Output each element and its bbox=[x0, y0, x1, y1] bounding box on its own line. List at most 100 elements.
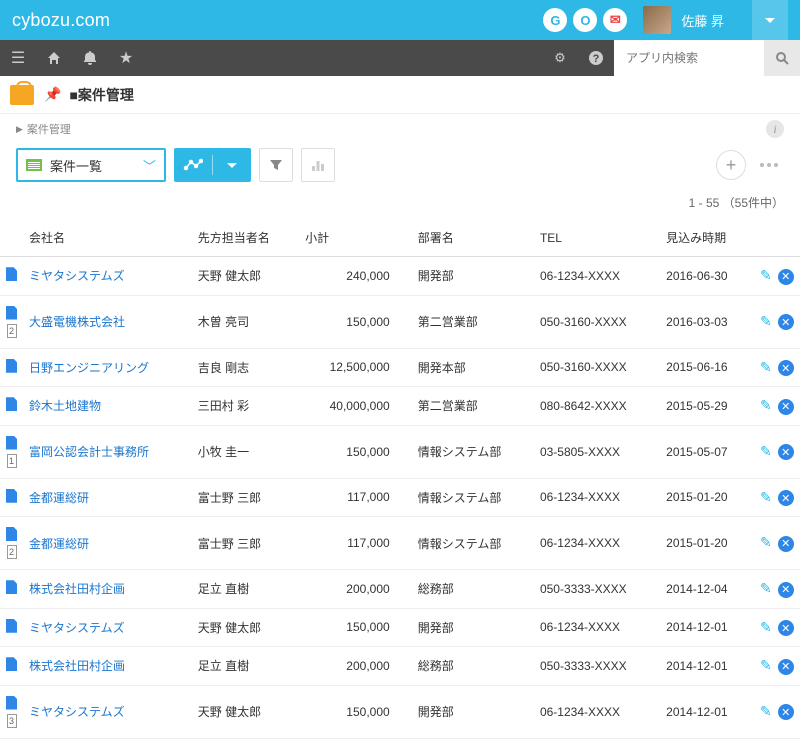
add-button[interactable]: + bbox=[716, 150, 746, 180]
cell-company[interactable]: 株式会社田村企画 bbox=[23, 647, 192, 686]
cell-tel: 06-1234-XXXX bbox=[534, 685, 660, 738]
search-input[interactable] bbox=[614, 40, 764, 76]
col-forecast[interactable]: 見込み時期 bbox=[660, 219, 754, 257]
edit-icon[interactable]: ✎ bbox=[760, 313, 772, 329]
doc-icon bbox=[6, 619, 17, 633]
help-icon[interactable]: ? bbox=[578, 40, 614, 76]
graph-dropdown[interactable] bbox=[213, 148, 251, 182]
top-bar: cybozu.com G O ✉ 佐藤 昇 bbox=[0, 0, 800, 40]
cell-forecast: 2015-01-20 bbox=[660, 478, 754, 517]
delete-icon[interactable]: ✕ bbox=[778, 582, 794, 598]
cell-subtotal: 40,000,000 bbox=[299, 387, 412, 426]
table-row[interactable]: 株式会社田村企画足立 直樹200,000総務部050-3333-XXXX2014… bbox=[0, 570, 800, 609]
delete-icon[interactable]: ✕ bbox=[778, 659, 794, 675]
table-icon bbox=[26, 159, 42, 171]
chevron-right-icon: ▶ bbox=[16, 124, 23, 135]
cell-contact: 足立 直樹 bbox=[192, 647, 299, 686]
bell-icon[interactable] bbox=[72, 40, 108, 76]
cell-company[interactable]: 金都運総研 bbox=[23, 478, 192, 517]
user-menu[interactable]: 佐藤 昇 bbox=[643, 6, 744, 34]
edit-icon[interactable]: ✎ bbox=[760, 359, 772, 375]
doc-icon bbox=[6, 267, 17, 281]
col-contact[interactable]: 先方担当者名 bbox=[192, 219, 299, 257]
graph-button[interactable] bbox=[174, 148, 212, 182]
gear-icon[interactable]: ⚙ bbox=[542, 40, 578, 76]
col-subtotal[interactable]: 小計 bbox=[299, 219, 412, 257]
col-dept[interactable]: 部署名 bbox=[412, 219, 534, 257]
home-icon[interactable] bbox=[36, 40, 72, 76]
breadcrumb[interactable]: 案件管理 bbox=[27, 121, 71, 137]
edit-icon[interactable]: ✎ bbox=[760, 267, 772, 283]
cell-subtotal: 150,000 bbox=[299, 295, 412, 348]
list-toolbar: 案件一覧 ﹀ + bbox=[0, 148, 800, 194]
edit-icon[interactable]: ✎ bbox=[760, 619, 772, 635]
edit-icon[interactable]: ✎ bbox=[760, 657, 772, 673]
table-row[interactable]: 2大盛電機株式会社木曽 亮司150,000第二営業部050-3160-XXXX2… bbox=[0, 295, 800, 348]
menu-icon[interactable]: ☰ bbox=[0, 40, 36, 76]
doc-icon bbox=[6, 657, 17, 671]
cell-company[interactable]: 日野エンジニアリング bbox=[23, 348, 192, 387]
delete-icon[interactable]: ✕ bbox=[778, 620, 794, 636]
star-icon[interactable]: ★ bbox=[108, 40, 144, 76]
cell-company[interactable]: 富岡公認会計士事務所 bbox=[23, 425, 192, 478]
delete-icon[interactable]: ✕ bbox=[778, 444, 794, 460]
table-row[interactable]: 1富岡公認会計士事務所小牧 圭一150,000情報システム部03-5805-XX… bbox=[0, 425, 800, 478]
delete-icon[interactable]: ✕ bbox=[778, 399, 794, 415]
cell-company[interactable]: ミヤタシステムズ bbox=[23, 257, 192, 296]
table-row[interactable]: 3ミヤタシステムズ天野 健太郎150,000開発部06-1234-XXXX201… bbox=[0, 685, 800, 738]
edit-icon[interactable]: ✎ bbox=[760, 397, 772, 413]
cell-subtotal: 150,000 bbox=[299, 425, 412, 478]
edit-icon[interactable]: ✎ bbox=[760, 534, 772, 550]
table-row[interactable]: 2金都運総研富士野 三郎117,000情報システム部06-1234-XXXX20… bbox=[0, 517, 800, 570]
cell-subtotal: 12,500,000 bbox=[299, 348, 412, 387]
table-row[interactable]: ミヤタシステムズ天野 健太郎240,000開発部06-1234-XXXX2016… bbox=[0, 257, 800, 296]
delete-icon[interactable]: ✕ bbox=[778, 490, 794, 506]
cell-forecast: 2015-05-07 bbox=[660, 425, 754, 478]
cell-tel: 050-3160-XXXX bbox=[534, 348, 660, 387]
cell-dept: 情報システム部 bbox=[412, 425, 534, 478]
doc-icon bbox=[6, 580, 17, 594]
view-selector[interactable]: 案件一覧 ﹀ bbox=[16, 148, 166, 182]
table-row[interactable]: 鈴木土地建物三田村 彩40,000,000第二営業部080-8642-XXXX2… bbox=[0, 387, 800, 426]
delete-icon[interactable]: ✕ bbox=[778, 536, 794, 552]
edit-icon[interactable]: ✎ bbox=[760, 489, 772, 505]
more-menu[interactable] bbox=[754, 163, 784, 167]
service-icon-o[interactable]: O bbox=[573, 8, 597, 32]
delete-icon[interactable]: ✕ bbox=[778, 314, 794, 330]
edit-icon[interactable]: ✎ bbox=[760, 580, 772, 596]
service-icon-g[interactable]: G bbox=[543, 8, 567, 32]
cell-tel: 06-1234-XXXX bbox=[534, 478, 660, 517]
search-button[interactable] bbox=[764, 40, 800, 76]
cell-dept: 第二営業部 bbox=[412, 295, 534, 348]
col-tel[interactable]: TEL bbox=[534, 219, 660, 257]
info-icon[interactable]: i bbox=[766, 120, 784, 138]
table-row[interactable]: 株式会社田村企画足立 直樹200,000総務部050-3333-XXXX2014… bbox=[0, 647, 800, 686]
cell-company[interactable]: 鈴木土地建物 bbox=[23, 387, 192, 426]
edit-icon[interactable]: ✎ bbox=[760, 443, 772, 459]
cell-company[interactable]: 株式会社田村企画 bbox=[23, 570, 192, 609]
edit-icon[interactable]: ✎ bbox=[760, 703, 772, 719]
cell-contact: 木曽 亮司 bbox=[192, 295, 299, 348]
cell-dept: 情報システム部 bbox=[412, 478, 534, 517]
delete-icon[interactable]: ✕ bbox=[778, 704, 794, 720]
cell-forecast: 2015-06-16 bbox=[660, 348, 754, 387]
cell-company[interactable]: ミヤタシステムズ bbox=[23, 685, 192, 738]
cell-company[interactable]: 金都運総研 bbox=[23, 517, 192, 570]
barchart-button[interactable] bbox=[301, 148, 335, 182]
user-dropdown[interactable] bbox=[752, 0, 788, 40]
table-row[interactable]: 日野エンジニアリング吉良 剛志12,500,000開発本部050-3160-XX… bbox=[0, 348, 800, 387]
cell-contact: 富士野 三郎 bbox=[192, 478, 299, 517]
delete-icon[interactable]: ✕ bbox=[778, 360, 794, 376]
col-company[interactable]: 会社名 bbox=[23, 219, 192, 257]
cell-company[interactable]: 大盛電機株式会社 bbox=[23, 295, 192, 348]
chevron-down-icon bbox=[765, 18, 775, 23]
delete-icon[interactable]: ✕ bbox=[778, 269, 794, 285]
pin-icon[interactable]: 📌 bbox=[44, 86, 61, 103]
cell-contact: 天野 健太郎 bbox=[192, 685, 299, 738]
filter-button[interactable] bbox=[259, 148, 293, 182]
cell-contact: 天野 健太郎 bbox=[192, 257, 299, 296]
cell-forecast: 2014-12-01 bbox=[660, 647, 754, 686]
table-row[interactable]: 金都運総研富士野 三郎117,000情報システム部06-1234-XXXX201… bbox=[0, 478, 800, 517]
doc-icon bbox=[6, 359, 17, 373]
mail-icon[interactable]: ✉ bbox=[603, 8, 627, 32]
